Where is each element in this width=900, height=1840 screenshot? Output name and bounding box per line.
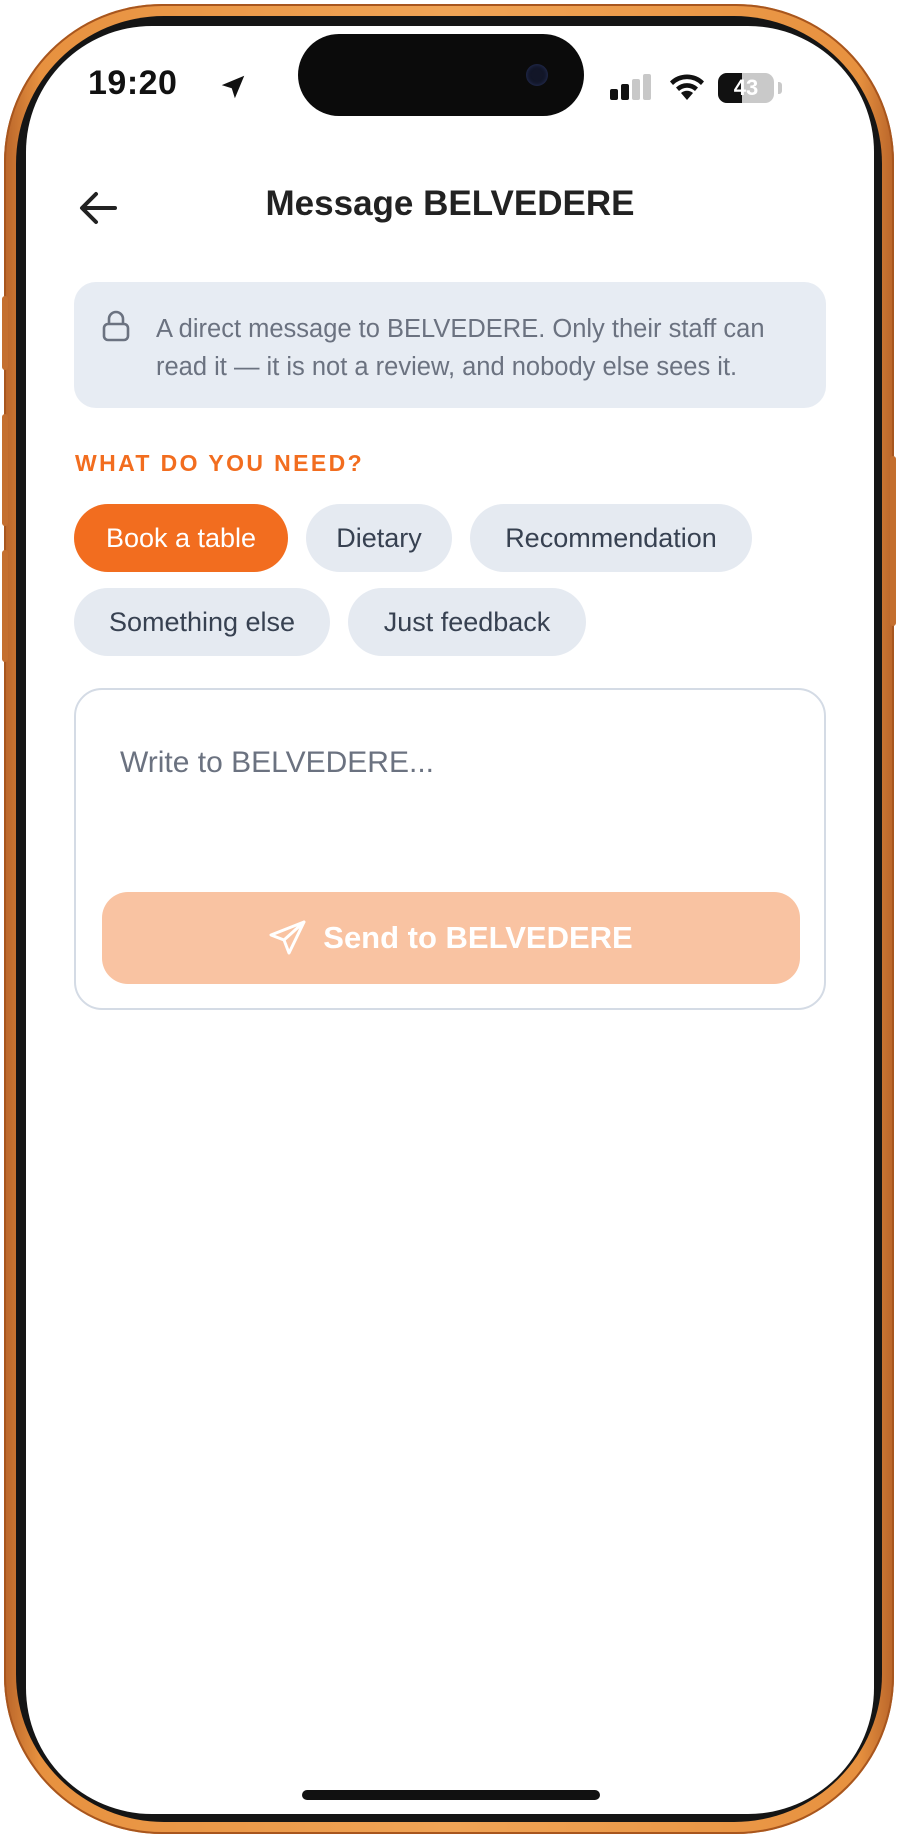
battery-cap xyxy=(778,82,782,94)
chip-book-a-table[interactable]: Book a table xyxy=(74,504,288,572)
dynamic-island xyxy=(298,34,584,116)
action-button xyxy=(2,296,8,370)
battery-icon: 43 xyxy=(718,73,774,103)
chip-label: Book a table xyxy=(105,522,257,553)
cellular-signal-icon xyxy=(610,74,651,100)
power-button xyxy=(890,456,896,626)
chip-label: Something else xyxy=(108,606,296,637)
topics-label: WHAT DO YOU NEED? xyxy=(75,450,365,476)
chip-label: Dietary xyxy=(336,522,422,553)
notice-text: A direct message to BELVEDERE. Only thei… xyxy=(156,315,765,381)
message-composer: Send to BELVEDERE xyxy=(74,688,826,1010)
page-title: Message BELVEDERE xyxy=(265,184,635,223)
home-indicator[interactable] xyxy=(302,1790,600,1800)
chip-label: Recommendation xyxy=(505,522,717,553)
volume-down-button xyxy=(2,550,8,662)
chip-just-feedback[interactable]: Just feedback xyxy=(348,588,586,656)
privacy-notice: A direct message to BELVEDERE. Only thei… xyxy=(74,282,826,408)
battery-percent: 43 xyxy=(733,75,759,100)
camera-lens xyxy=(526,64,548,86)
chip-recommendation[interactable]: Recommendation xyxy=(470,504,752,572)
status-time: 19:20 xyxy=(88,64,178,102)
lock-icon xyxy=(102,310,130,342)
send-paper-plane-icon xyxy=(269,920,306,955)
wifi-icon xyxy=(670,74,704,100)
send-button[interactable]: Send to BELVEDERE xyxy=(102,892,800,984)
send-button-label: Send to BELVEDERE xyxy=(323,920,633,955)
chip-label: Just feedback xyxy=(383,606,551,637)
message-input[interactable] xyxy=(118,732,782,794)
chip-dietary[interactable]: Dietary xyxy=(306,504,452,572)
volume-up-button xyxy=(2,414,8,526)
location-arrow-icon xyxy=(221,75,245,99)
chip-something-else[interactable]: Something else xyxy=(74,588,330,656)
